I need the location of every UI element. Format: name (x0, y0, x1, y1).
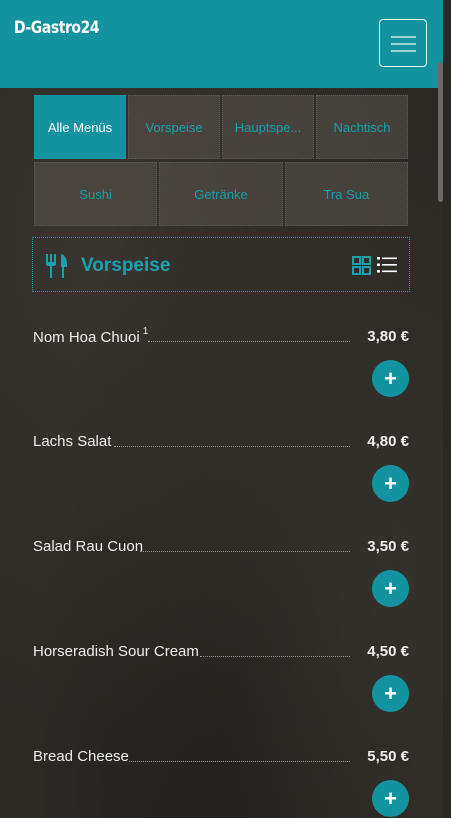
tab-hauptspeise[interactable]: Hauptspe... (222, 95, 314, 159)
item-name: Bread Cheese (33, 748, 129, 765)
scrollbar-track[interactable] (443, 0, 451, 818)
hamburger-icon (391, 36, 416, 38)
add-to-cart-button[interactable]: + (372, 675, 409, 712)
item-price: 5,50 € (367, 748, 409, 765)
dotted-leader (200, 656, 350, 657)
add-to-cart-button[interactable]: + (372, 360, 409, 397)
scrollbar-thumb[interactable] (438, 62, 443, 202)
top-navbar: D-Gastro24 (0, 0, 443, 88)
dotted-leader (140, 551, 350, 552)
menu-item: Salad Rau Cuon 3,50 € + (33, 538, 410, 638)
menu-item: Bread Cheese 5,50 € + (33, 748, 410, 818)
hamburger-icon (391, 43, 416, 45)
item-price: 4,50 € (367, 643, 409, 660)
item-name: Nom Hoa Chuoi 1 (33, 326, 152, 346)
tab-nachtisch[interactable]: Nachtisch (316, 95, 408, 159)
hamburger-icon (391, 50, 416, 52)
item-name: Salad Rau Cuon (33, 538, 144, 555)
tab-tra-sua[interactable]: Tra Sua (284, 162, 408, 226)
item-price: 4,80 € (367, 433, 409, 450)
menu-item: Horseradish Sour Cream 4,50 € + (33, 643, 410, 743)
list-view-icon[interactable] (377, 256, 397, 274)
add-to-cart-button[interactable]: + (372, 780, 409, 817)
brand-logo[interactable]: D-Gastro24 (14, 18, 100, 38)
item-name: Lachs Salat (33, 433, 112, 450)
add-to-cart-button[interactable]: + (372, 465, 409, 502)
section-title: Vorspeise (81, 255, 171, 276)
menu-toggle-button[interactable] (379, 19, 427, 67)
tab-vorspeise[interactable]: Vorspeise (128, 95, 220, 159)
tab-alle-menus[interactable]: Alle Menüs (34, 95, 126, 159)
menu-item: Lachs Salat 4,80 € + (33, 433, 410, 533)
tab-getraenke[interactable]: Getränke (159, 162, 283, 226)
item-note-marker: 1 (142, 326, 149, 337)
fork-knife-icon (46, 254, 67, 278)
menu-item: Nom Hoa Chuoi 1 3,80 € + (33, 326, 410, 428)
tab-sushi[interactable]: Sushi (34, 162, 158, 226)
dotted-leader (114, 446, 350, 447)
section-header: Vorspeise (32, 237, 410, 292)
category-tabs: Alle Menüs Vorspeise Hauptspe... Nachtis… (34, 95, 408, 159)
grid-view-icon[interactable] (352, 256, 371, 275)
dotted-leader (148, 341, 350, 342)
item-name: Horseradish Sour Cream (33, 643, 199, 660)
item-price: 3,50 € (367, 538, 409, 555)
item-price: 3,80 € (367, 328, 409, 345)
category-tabs: Sushi Getränke Tra Sua (34, 162, 408, 226)
add-to-cart-button[interactable]: + (372, 570, 409, 607)
item-name-text: Nom Hoa Chuoi (33, 329, 140, 346)
dotted-leader (129, 761, 350, 762)
